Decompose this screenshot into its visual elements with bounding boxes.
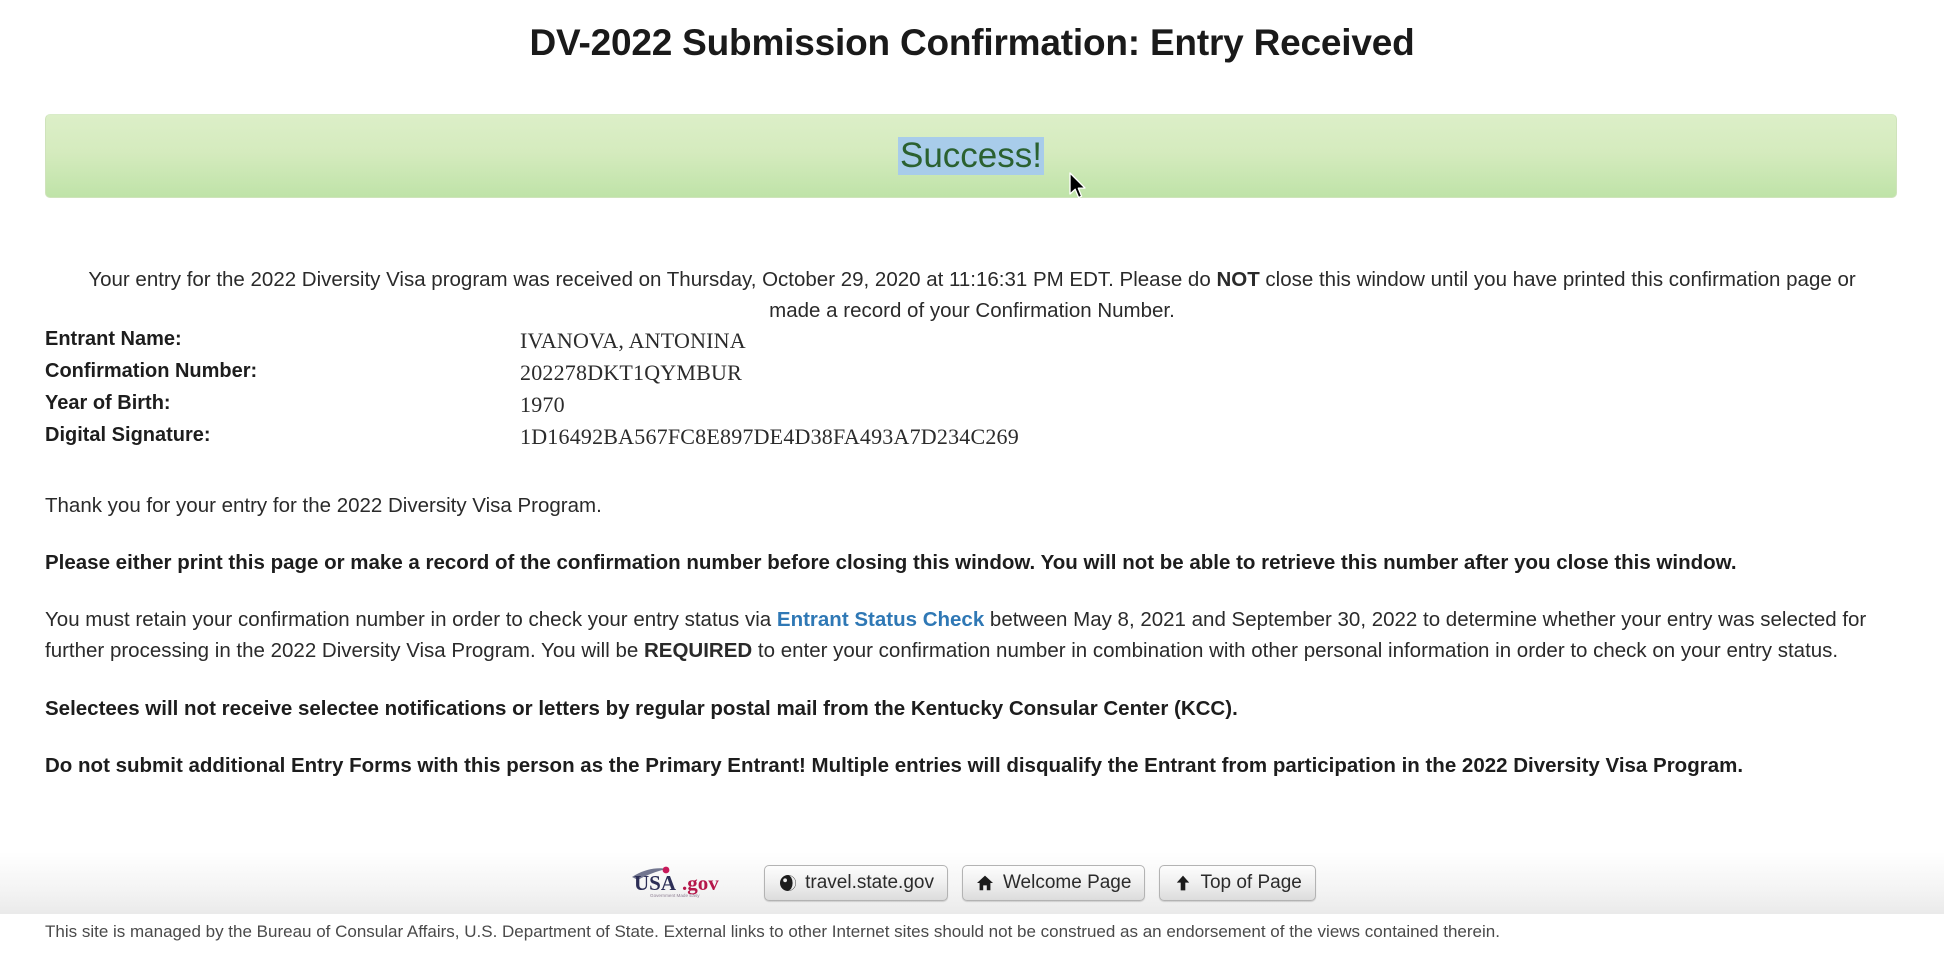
year-of-birth-label: Year of Birth:: [45, 392, 171, 414]
globe-icon: [778, 874, 797, 893]
arrow-up-icon: [1173, 874, 1192, 893]
success-banner: Success!: [45, 114, 1897, 198]
page-title: DV-2022 Submission Confirmation: Entry R…: [529, 22, 1415, 63]
svg-text:Government Made Easy: Government Made Easy: [650, 893, 700, 898]
welcome-page-button[interactable]: Welcome Page: [961, 865, 1146, 901]
entrant-details-table: Entrant Name: IVANOVA, ANTONINA Confirma…: [45, 328, 1345, 456]
footer-toolbar: USA .gov Government Made Easy travel.sta…: [0, 852, 1944, 914]
table-row: Digital Signature: 1D16492BA567FC8E897DE…: [45, 424, 1345, 456]
status-check-emphasis: REQUIRED: [643, 639, 753, 663]
svg-text:.gov: .gov: [682, 871, 719, 895]
table-row: Confirmation Number: 202278DKT1QYMBUR: [45, 360, 1345, 392]
entrant-name-label: Entrant Name:: [45, 328, 182, 350]
welcome-page-button-label: Welcome Page: [1002, 872, 1132, 893]
top-of-page-button[interactable]: Top of Page: [1159, 865, 1316, 901]
duplicate-entry-warning-text: Do not submit additional Entry Forms wit…: [45, 753, 1744, 777]
status-check-part3: to enter your confirmation number in com…: [752, 639, 1839, 663]
table-row: Year of Birth: 1970: [45, 392, 1345, 424]
status-check-part1: You must retain your confirmation number…: [45, 608, 777, 632]
home-icon: [976, 874, 995, 893]
usa-gov-logo[interactable]: USA .gov Government Made Easy: [628, 866, 740, 900]
body-content: Thank you for your entry for the 2022 Di…: [45, 490, 1900, 803]
svg-text:USA: USA: [634, 871, 677, 895]
status-check-paragraph: You must retain your confirmation number…: [45, 604, 1900, 666]
site-disclaimer: This site is managed by the Bureau of Co…: [45, 922, 1500, 941]
confirmation-number-value: 202278DKT1QYMBUR: [520, 360, 742, 385]
receipt-message-emphasis: NOT: [1216, 267, 1260, 291]
year-of-birth-value: 1970: [520, 392, 565, 417]
entrant-status-check-link[interactable]: Entrant Status Check: [777, 608, 984, 631]
thank-you-text: Thank you for your entry for the 2022 Di…: [45, 494, 602, 517]
digital-signature-value: 1D16492BA567FC8E897DE4D38FA493A7D234C269: [520, 424, 1019, 449]
digital-signature-label: Digital Signature:: [45, 424, 211, 446]
travel-state-gov-button[interactable]: travel.state.gov: [764, 865, 948, 901]
status-badge: Success!: [898, 135, 1044, 176]
confirmation-page: DV-2022 Submission Confirmation: Entry R…: [0, 0, 1944, 976]
confirmation-number-label: Confirmation Number:: [45, 360, 258, 382]
print-warning-text: Please either print this page or make a …: [45, 551, 1737, 575]
entrant-name-value: IVANOVA, ANTONINA: [520, 328, 746, 353]
table-row: Entrant Name: IVANOVA, ANTONINA: [45, 328, 1345, 360]
receipt-message-part1: Your entry for the 2022 Diversity Visa p…: [88, 267, 1217, 291]
top-of-page-button-label: Top of Page: [1200, 872, 1302, 893]
travel-state-gov-button-label: travel.state.gov: [805, 872, 934, 893]
selectee-notice-text: Selectees will not receive selectee noti…: [45, 696, 1238, 720]
receipt-message: Your entry for the 2022 Diversity Visa p…: [60, 264, 1884, 326]
